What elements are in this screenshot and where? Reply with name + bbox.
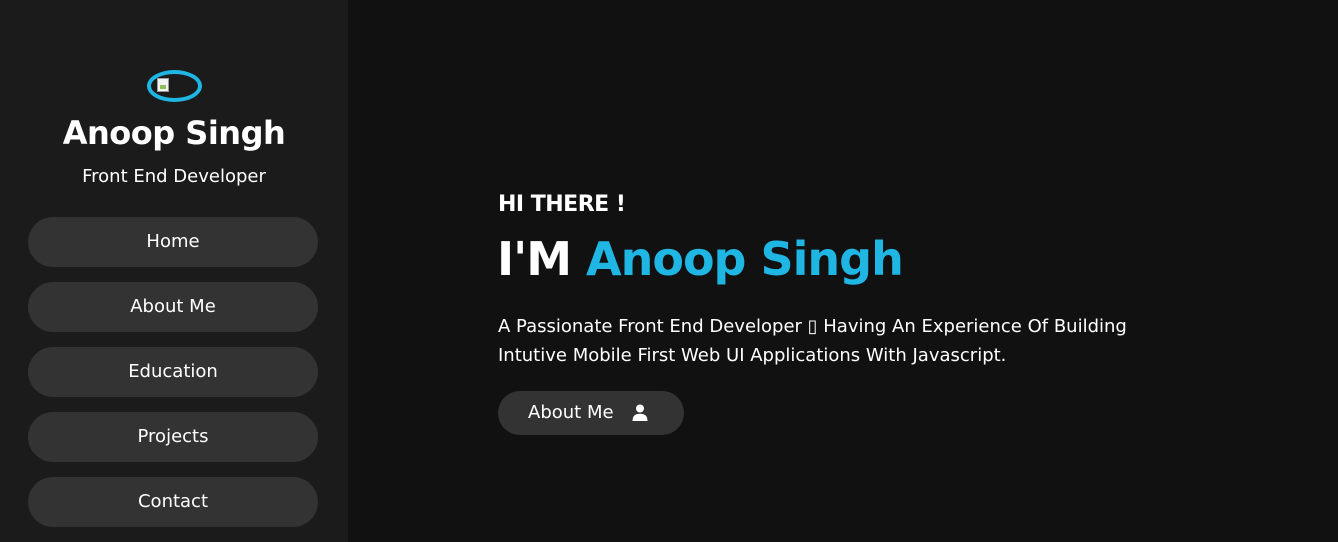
sidebar: Anoop Singh Front End Developer Home Abo…: [0, 0, 348, 542]
nav-item-home[interactable]: Home: [28, 217, 318, 267]
headline-name: Anoop Singh: [586, 232, 904, 286]
nav-item-contact[interactable]: Contact: [28, 477, 318, 527]
avatar: [147, 70, 202, 102]
headline-prefix: I'M: [497, 232, 586, 286]
page: Anoop Singh Front End Developer Home Abo…: [0, 0, 1338, 542]
hero-description-line-2: Intutive Mobile First Web UI Application…: [498, 345, 1007, 366]
about-me-button-label: About Me: [528, 402, 614, 423]
profile-name: Anoop Singh: [62, 114, 286, 152]
user-icon: [632, 404, 648, 421]
broken-image-icon: [157, 78, 169, 92]
nav-item-about-me[interactable]: About Me: [28, 282, 318, 332]
profile-role: Front End Developer: [82, 166, 266, 187]
hero-description-line-1: A Passionate Front End Developer ▯ Havin…: [498, 316, 1127, 337]
hero-headline: I'M Anoop Singh: [497, 232, 904, 286]
nav-item-projects[interactable]: Projects: [28, 412, 318, 462]
hero-greeting: HI THERE !: [498, 192, 626, 217]
hero-description: A Passionate Front End Developer ▯ Havin…: [498, 312, 1218, 370]
about-me-button[interactable]: About Me: [498, 391, 684, 435]
nav-item-education[interactable]: Education: [28, 347, 318, 397]
